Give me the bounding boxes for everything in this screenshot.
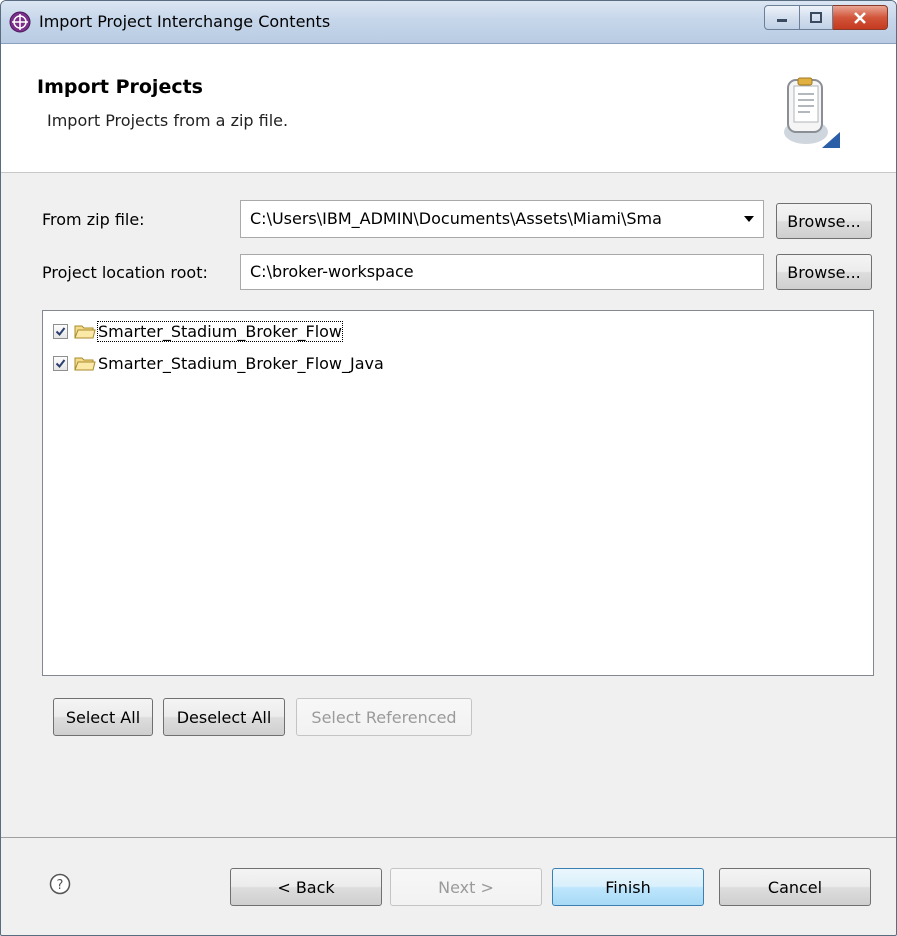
- project-root-label: Project location root:: [42, 263, 208, 282]
- checkmark-icon: [55, 326, 66, 336]
- project-name: Smarter_Stadium_Broker_Flow: [96, 320, 344, 342]
- window-title: Import Project Interchange Contents: [39, 12, 331, 31]
- zip-file-label: From zip file:: [42, 210, 145, 229]
- project-root-value: C:\broker-workspace: [250, 262, 414, 281]
- window-controls: [764, 5, 888, 30]
- list-item[interactable]: Smarter_Stadium_Broker_Flow_Java: [53, 351, 384, 375]
- cancel-button[interactable]: Cancel: [719, 868, 871, 906]
- list-item[interactable]: Smarter_Stadium_Broker_Flow: [53, 319, 344, 343]
- footer-separator: [1, 837, 896, 838]
- minimize-button[interactable]: [764, 5, 800, 30]
- project-checkbox[interactable]: [53, 323, 68, 339]
- help-icon[interactable]: ?: [49, 873, 71, 895]
- wizard-header: Import Projects Import Projects from a z…: [1, 44, 896, 173]
- maximize-icon: [810, 11, 822, 23]
- page-title: Import Projects: [37, 76, 203, 98]
- root-browse-button[interactable]: Browse...: [776, 254, 872, 290]
- import-dialog: Import Project Interchange Contents Impo…: [0, 0, 897, 936]
- project-checkbox[interactable]: [53, 355, 68, 371]
- close-button[interactable]: [833, 5, 888, 30]
- zip-file-value: C:\Users\IBM_ADMIN\Documents\Assets\Miam…: [250, 209, 662, 228]
- checkmark-icon: [55, 358, 66, 368]
- title-bar[interactable]: Import Project Interchange Contents: [1, 1, 896, 44]
- zip-file-combo[interactable]: C:\Users\IBM_ADMIN\Documents\Assets\Miam…: [240, 200, 764, 238]
- finish-button[interactable]: Finish: [552, 868, 704, 906]
- maximize-button[interactable]: [800, 5, 833, 30]
- zip-browse-button[interactable]: Browse...: [776, 203, 872, 239]
- project-list[interactable]: Smarter_Stadium_Broker_Flow Smarter_Stad…: [42, 310, 874, 676]
- folder-icon: [74, 357, 96, 370]
- deselect-all-button[interactable]: Deselect All: [163, 698, 285, 736]
- svg-text:?: ?: [57, 878, 64, 893]
- folder-icon: [74, 325, 96, 338]
- select-referenced-button[interactable]: Select Referenced: [296, 698, 472, 736]
- close-icon: [854, 11, 866, 24]
- chevron-down-icon[interactable]: [744, 216, 754, 222]
- page-description: Import Projects from a zip file.: [47, 111, 289, 130]
- wizard-page-icon: [784, 77, 840, 148]
- back-button[interactable]: < Back: [230, 868, 382, 906]
- next-button[interactable]: Next >: [390, 868, 542, 906]
- import-globe-icon: [9, 11, 31, 33]
- minimize-icon: [777, 18, 787, 22]
- select-all-button[interactable]: Select All: [53, 698, 153, 736]
- project-root-field[interactable]: C:\broker-workspace: [240, 254, 764, 290]
- project-name: Smarter_Stadium_Broker_Flow_Java: [98, 353, 384, 373]
